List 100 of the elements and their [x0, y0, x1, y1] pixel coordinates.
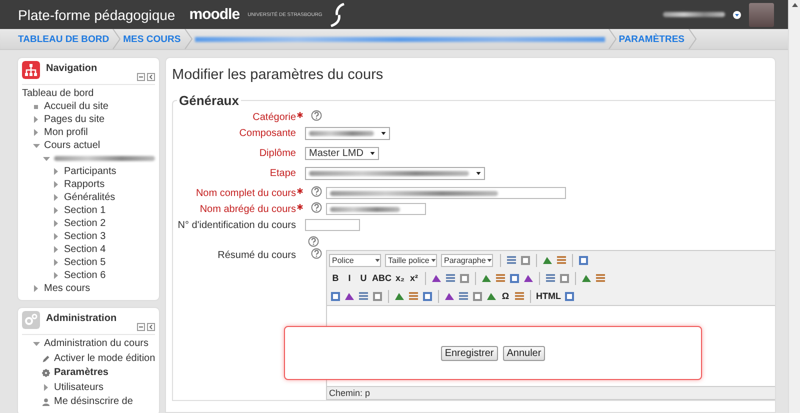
nav-item[interactable]: Mon profil	[44, 126, 88, 138]
redacted-course-name[interactable]	[54, 156, 155, 161]
caret-icon	[370, 152, 375, 155]
toolbar-icon[interactable]	[555, 254, 568, 266]
field-label: Nom complet du cours	[196, 187, 296, 201]
toolbar-button[interactable]: x²	[408, 272, 420, 284]
field-label: Nom abrégé du cours	[200, 203, 296, 217]
toolbar-icon[interactable]	[357, 290, 370, 302]
dropdown-icon[interactable]	[733, 10, 741, 18]
nav-item[interactable]: Utilisateurs	[54, 382, 104, 394]
field-label: N° d'identification du cours	[178, 219, 296, 233]
person-icon	[42, 397, 50, 408]
toolbar-icon[interactable]	[458, 272, 470, 284]
caret-icon	[381, 132, 386, 135]
toolbar-button[interactable]: I	[343, 272, 356, 284]
redacted-username[interactable]	[663, 12, 725, 17]
text-field[interactable]	[326, 203, 426, 215]
help-icon[interactable]	[308, 236, 319, 247]
help-icon[interactable]	[311, 248, 322, 259]
nav-item[interactable]: Participants	[64, 166, 116, 178]
toolbar-icon[interactable]	[508, 272, 520, 284]
help-icon[interactable]	[311, 110, 322, 121]
nav-item[interactable]: Paramètres	[54, 367, 108, 380]
nav-item[interactable]: Section 5	[64, 256, 106, 268]
swoosh-logo-icon	[330, 2, 346, 26]
nav-item[interactable]: Administration du cours	[44, 338, 148, 350]
help-icon[interactable]	[311, 186, 322, 197]
sitemap-icon	[22, 61, 40, 79]
gear-icon	[42, 368, 50, 378]
block-title: Administration	[46, 312, 118, 324]
caret-icon	[431, 258, 436, 262]
nav-item[interactable]: Pages du site	[44, 114, 105, 126]
toolbar-icon[interactable]	[471, 290, 484, 302]
pencil-icon	[42, 354, 50, 364]
toolbar-icon[interactable]	[544, 272, 556, 284]
field-label: Etape	[270, 167, 296, 181]
dock-icon[interactable]	[147, 73, 155, 81]
toolbar-icon[interactable]	[513, 290, 526, 302]
caret-icon	[487, 258, 492, 262]
nav-item[interactable]: Section 4	[64, 244, 106, 256]
nav-item[interactable]: Section 1	[64, 204, 106, 216]
expanded-arrow-icon	[32, 144, 40, 148]
gears-icon	[22, 311, 40, 329]
nav-item[interactable]: Me désinscrire de	[54, 396, 133, 408]
toolbar-icon[interactable]	[407, 290, 420, 302]
nav-item[interactable]: Section 3	[64, 230, 106, 242]
toolbar-dropdown[interactable]: Police	[329, 254, 381, 266]
form-button[interactable]: Enregistrer	[440, 346, 498, 360]
toolbar-button[interactable]: HTML	[535, 290, 562, 302]
collapsed-arrow-icon	[44, 384, 48, 392]
toolbar-button[interactable]: U	[357, 272, 370, 284]
toolbar-icon[interactable]	[494, 272, 506, 284]
select-field[interactable]	[305, 167, 485, 180]
toolbar-icon[interactable]	[421, 290, 434, 302]
toolbar-button[interactable]: ABC	[371, 272, 392, 284]
collapse-icon[interactable]	[137, 323, 145, 331]
form-button[interactable]: Annuler	[502, 346, 546, 360]
toolbar-button[interactable]: x₂	[394, 272, 406, 284]
help-icon[interactable]	[311, 202, 322, 213]
section-heading: Généraux	[178, 93, 240, 108]
nav-item[interactable]: Mes cours	[44, 282, 90, 294]
select-field[interactable]	[305, 127, 390, 140]
toolbar-icon[interactable]	[594, 272, 606, 284]
nav-item[interactable]: Accueil du site	[44, 100, 108, 112]
toolbar-icon[interactable]	[577, 254, 590, 266]
text-field[interactable]	[305, 219, 360, 231]
toolbar-button[interactable]: B	[329, 272, 342, 284]
toolbar-icon[interactable]	[457, 290, 470, 302]
field-label: Catégorie	[252, 111, 296, 125]
toolbar-icon[interactable]	[329, 290, 342, 302]
nav-item[interactable]: Rapports	[64, 178, 105, 190]
collapsed-arrow-icon	[34, 285, 38, 292]
toolbar-icon[interactable]	[371, 290, 384, 302]
nav-item[interactable]: Cours actuel	[44, 140, 100, 152]
toolbar-button[interactable]: Ω	[499, 290, 512, 302]
toolbar-dropdown[interactable]: Taille police	[385, 254, 437, 266]
nav-item[interactable]: Section 6	[64, 270, 106, 282]
toolbar-icon[interactable]	[444, 272, 456, 284]
nav-item[interactable]: Généralités	[64, 192, 116, 204]
toolbar-icon[interactable]	[505, 254, 518, 266]
nav-item[interactable]: Section 2	[64, 218, 106, 230]
field-label: Composante	[239, 127, 296, 141]
scroll-up-icon[interactable]	[792, 3, 798, 7]
nav-item[interactable]: Activer le mode édition	[54, 352, 156, 365]
logo-wordmark[interactable]: moodle	[189, 6, 240, 23]
expanded-arrow-icon	[42, 156, 50, 160]
toolbar-icon[interactable]	[563, 290, 576, 302]
site-title[interactable]: Plate-forme pédagogique	[18, 6, 176, 22]
toolbar-icon[interactable]	[519, 254, 532, 266]
nav-item[interactable]: Tableau de bord	[22, 88, 94, 100]
dock-icon[interactable]	[147, 323, 155, 331]
toolbar-dropdown[interactable]: Paragraphe	[441, 254, 493, 266]
field-label: Diplôme	[259, 147, 296, 161]
collapse-icon[interactable]	[137, 73, 145, 81]
page-heading: Modifier les paramètres du cours	[172, 67, 384, 83]
avatar-placeholder[interactable]	[749, 2, 774, 26]
text-field[interactable]	[326, 187, 566, 199]
select-field[interactable]: Master LMD	[305, 147, 379, 160]
bullet-icon	[34, 104, 38, 108]
toolbar-icon[interactable]	[558, 272, 570, 284]
